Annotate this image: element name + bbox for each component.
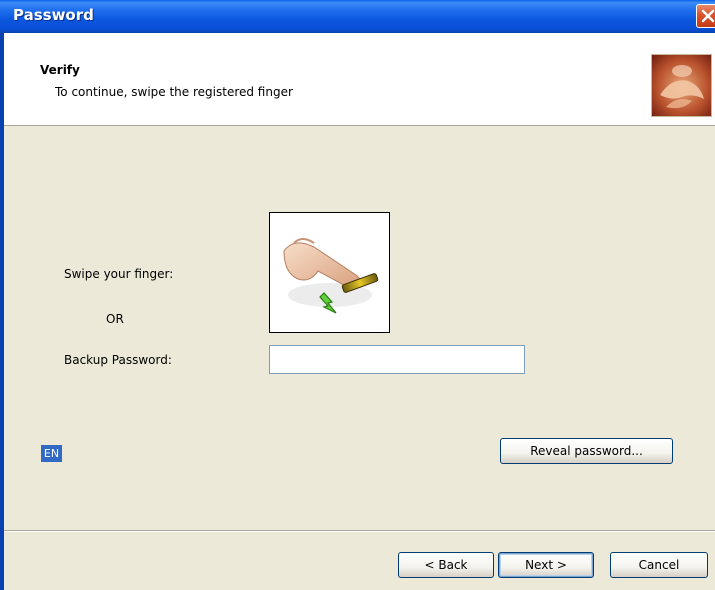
footer-separator — [4, 530, 715, 532]
wizard-header: Verify To continue, swipe the registered… — [4, 33, 715, 126]
window-title: Password — [13, 6, 94, 24]
fingerprint-header-image — [651, 54, 712, 117]
header-title: Verify — [40, 63, 80, 77]
backup-password-input[interactable] — [269, 345, 525, 374]
close-icon — [701, 9, 715, 23]
next-button[interactable]: Next > — [498, 552, 594, 578]
finger-swipe-icon — [283, 238, 379, 314]
back-button[interactable]: < Back — [398, 552, 494, 578]
header-subtitle: To continue, swipe the registered finger — [55, 85, 293, 99]
reveal-password-button[interactable]: Reveal password... — [500, 438, 673, 464]
title-bar[interactable]: Password — [0, 0, 715, 33]
fingerprint-swipe-image — [269, 212, 390, 333]
or-label: OR — [106, 312, 124, 326]
cancel-button[interactable]: Cancel — [610, 552, 708, 578]
backup-password-label: Backup Password: — [64, 353, 172, 367]
language-indicator[interactable]: EN — [41, 445, 62, 462]
close-button[interactable] — [696, 4, 715, 28]
swipe-finger-label: Swipe your finger: — [64, 267, 174, 281]
